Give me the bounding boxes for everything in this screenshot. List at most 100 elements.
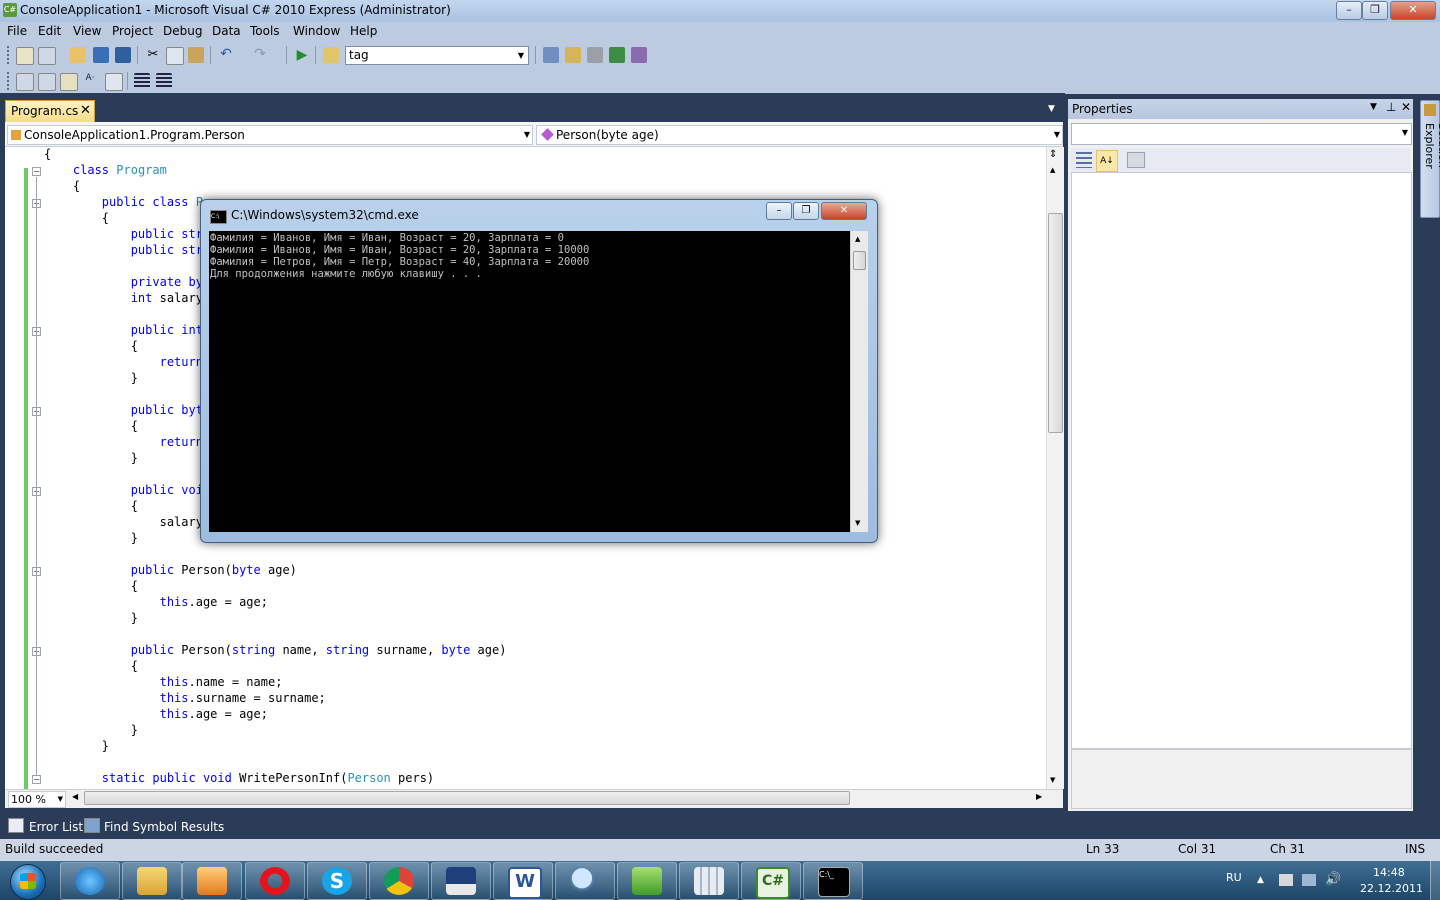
solution-explorer-tab[interactable]: Solution Explorer xyxy=(1420,100,1440,218)
taskbar-magnifier[interactable] xyxy=(555,862,615,900)
split-handle-icon[interactable]: ⇕ xyxy=(1049,149,1057,160)
taskbar-visual-csharp[interactable]: C# xyxy=(741,862,801,900)
fold-marker[interactable]: − xyxy=(32,775,41,784)
taskbar-internet-explorer[interactable] xyxy=(60,862,120,900)
taskbar-word[interactable]: W xyxy=(493,862,553,900)
taskbar-explorer[interactable] xyxy=(122,862,182,900)
object-browser-icon[interactable] xyxy=(609,47,625,63)
volume-icon[interactable]: 🔊 xyxy=(1325,872,1341,887)
clock-time[interactable]: 14:48 xyxy=(1373,866,1405,879)
types-combo[interactable]: ConsoleApplication1.Program.Person ▼ xyxy=(7,125,533,145)
save-all-icon[interactable] xyxy=(115,47,131,63)
scroll-up-icon[interactable]: ▲ xyxy=(855,235,860,243)
add-item-icon[interactable] xyxy=(38,47,56,65)
show-desktop-button[interactable] xyxy=(1430,861,1440,900)
cmd-scroll-thumb[interactable] xyxy=(853,251,866,270)
taskbar-skype[interactable]: S xyxy=(307,862,367,900)
copy-icon[interactable] xyxy=(166,47,184,65)
taskbar-chrome[interactable] xyxy=(369,862,429,900)
tab-program-cs[interactable]: Program.cs ✕ xyxy=(5,100,95,122)
find-combo[interactable]: tag ▼ xyxy=(345,46,529,65)
properties-icon[interactable] xyxy=(587,47,603,63)
save-icon[interactable] xyxy=(93,47,109,63)
comment-icon[interactable] xyxy=(105,73,123,91)
indent-icon[interactable] xyxy=(134,73,150,89)
categorized-icon[interactable] xyxy=(1076,152,1092,168)
close-button[interactable]: ✕ xyxy=(1390,1,1436,20)
alphabetical-icon[interactable]: A↓ xyxy=(1096,150,1118,172)
scroll-up-icon[interactable]: ▲ xyxy=(1050,166,1055,174)
cmd-window-title: C:\Windows\system32\cmd.exe xyxy=(231,208,419,222)
show-hidden-icons[interactable]: ▲ xyxy=(1257,875,1264,885)
chevron-down-icon[interactable]: ▼ xyxy=(1054,126,1060,144)
taskbar-media-player[interactable] xyxy=(182,862,242,900)
outdent-icon[interactable] xyxy=(156,73,172,89)
toolbar-grip[interactable] xyxy=(7,46,13,64)
menu-tools[interactable]: Tools xyxy=(250,24,280,38)
pin-icon[interactable]: ⊥ xyxy=(1386,100,1396,114)
editor-horizontal-scroll-thumb[interactable] xyxy=(84,791,850,805)
paste-icon[interactable] xyxy=(188,47,204,63)
panel-menu-icon[interactable]: ▼ xyxy=(1370,102,1377,112)
taskbar-cmd[interactable]: C:\_ xyxy=(803,862,863,900)
toolbox-icon[interactable] xyxy=(631,47,647,63)
members-combo[interactable]: Person(byte age) ▼ xyxy=(536,125,1063,145)
minimize-button[interactable]: – xyxy=(1336,1,1362,20)
tab-error-list[interactable]: Error List xyxy=(8,818,83,836)
scroll-down-icon[interactable]: ▼ xyxy=(855,519,860,527)
properties-object-combo[interactable]: ▼ xyxy=(1071,123,1412,145)
start-debugging-icon[interactable]: ▶ xyxy=(294,47,310,63)
property-pages-icon[interactable] xyxy=(1127,152,1145,168)
properties-grid[interactable] xyxy=(1071,172,1412,749)
taskbar-opera[interactable] xyxy=(245,862,305,900)
menu-window[interactable]: Window xyxy=(293,24,340,38)
chevron-down-icon[interactable]: ▼ xyxy=(58,792,63,807)
editor-vertical-scroll-thumb[interactable] xyxy=(1048,213,1063,433)
find-icon[interactable] xyxy=(543,47,559,63)
language-indicator[interactable]: RU xyxy=(1226,871,1242,884)
display-members-icon[interactable] xyxy=(16,73,34,91)
quick-info-icon[interactable] xyxy=(60,73,78,91)
taskbar-floppy[interactable] xyxy=(431,862,491,900)
cut-icon[interactable]: ✂ xyxy=(145,47,161,63)
close-icon[interactable]: ✕ xyxy=(1401,100,1411,114)
new-project-icon[interactable] xyxy=(16,47,34,65)
menu-data[interactable]: Data xyxy=(212,24,241,38)
cmd-maximize-button[interactable]: ❐ xyxy=(793,202,819,220)
fold-marker[interactable]: − xyxy=(32,167,41,176)
taskbar-calculator[interactable] xyxy=(679,862,739,900)
menu-help[interactable]: Help xyxy=(350,24,377,38)
close-icon[interactable]: ✕ xyxy=(80,103,91,118)
menu-view[interactable]: View xyxy=(73,24,101,38)
solution-explorer-icon[interactable] xyxy=(565,47,581,63)
cmd-vertical-scrollbar[interactable]: ▲ ▼ xyxy=(850,231,868,532)
find-in-files-icon[interactable] xyxy=(323,47,339,63)
undo-icon[interactable]: ↶ xyxy=(218,46,234,62)
word-completion-icon[interactable]: A· xyxy=(82,73,98,89)
zoom-combo[interactable]: 100 % ▼ xyxy=(8,791,66,808)
clock-date[interactable]: 22.12.2011 xyxy=(1360,882,1423,895)
active-files-dropdown[interactable]: ▼ xyxy=(1048,104,1055,114)
parameter-info-icon[interactable] xyxy=(38,73,56,91)
menu-project[interactable]: Project xyxy=(112,24,153,38)
menu-edit[interactable]: Edit xyxy=(38,24,61,38)
network-icon[interactable] xyxy=(1302,874,1316,886)
tab-find-symbol-results[interactable]: Find Symbol Results xyxy=(84,818,224,836)
cmd-close-button[interactable]: ✕ xyxy=(821,202,867,220)
chevron-down-icon[interactable]: ▼ xyxy=(524,126,530,144)
maximize-button[interactable]: ❐ xyxy=(1362,1,1388,20)
scroll-left-icon[interactable]: ◀ xyxy=(72,792,78,801)
menu-debug[interactable]: Debug xyxy=(163,24,202,38)
scroll-right-icon[interactable]: ▶ xyxy=(1036,792,1042,801)
chevron-down-icon[interactable]: ▼ xyxy=(512,47,527,64)
open-file-icon[interactable] xyxy=(70,47,86,63)
redo-icon[interactable]: ↷ xyxy=(252,46,268,62)
start-button[interactable] xyxy=(10,864,46,900)
chevron-down-icon[interactable]: ▼ xyxy=(1402,128,1408,137)
cmd-minimize-button[interactable]: – xyxy=(766,202,792,220)
taskbar-recycle[interactable] xyxy=(617,862,677,900)
action-center-icon[interactable] xyxy=(1279,874,1293,886)
toolbar-grip[interactable] xyxy=(7,72,13,90)
scroll-down-icon[interactable]: ▼ xyxy=(1050,776,1055,784)
menu-file[interactable]: File xyxy=(7,24,27,38)
